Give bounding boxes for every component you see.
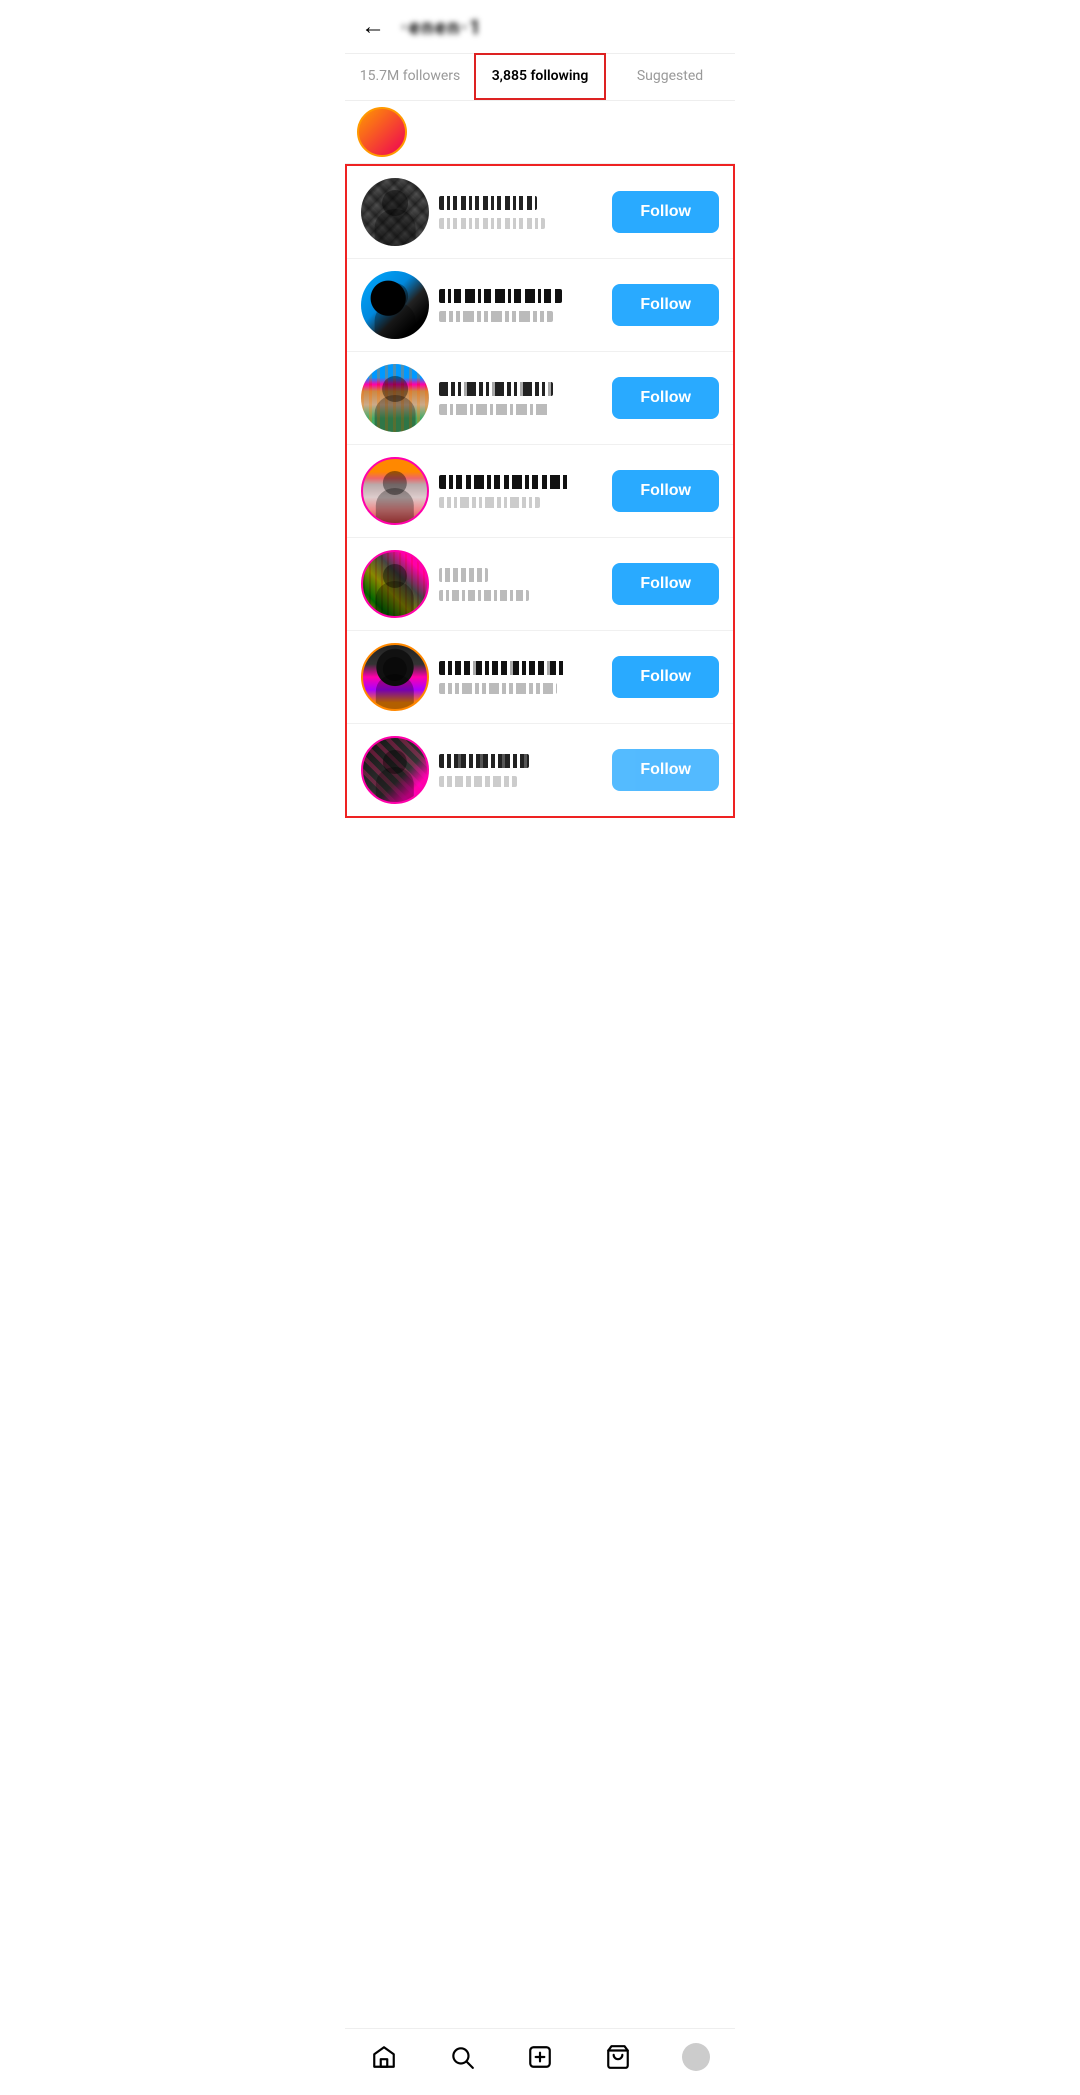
- user-info: [439, 382, 602, 415]
- user-info: [439, 661, 602, 694]
- username: ·enen·1: [401, 15, 483, 39]
- follow-button[interactable]: Follow: [612, 191, 719, 233]
- list-item: Follow: [347, 445, 733, 538]
- tab-suggested[interactable]: Suggested: [605, 54, 735, 100]
- follow-button[interactable]: Follow: [612, 563, 719, 605]
- follow-button[interactable]: Follow: [612, 470, 719, 512]
- shop-icon: [604, 2043, 632, 2071]
- list-item: Follow: [347, 166, 733, 259]
- user-avatar: [361, 550, 429, 618]
- user-info: [439, 196, 602, 229]
- user-handle-bar: [439, 404, 550, 415]
- user-name-bar: [439, 568, 488, 582]
- user-avatar: [361, 364, 429, 432]
- user-name-bar: [439, 754, 529, 768]
- back-button[interactable]: ←: [361, 12, 385, 41]
- nav-home[interactable]: [358, 2039, 410, 2075]
- user-handle-bar: [439, 776, 517, 787]
- nav-profile[interactable]: [670, 2039, 722, 2075]
- follow-button[interactable]: Follow: [612, 749, 719, 791]
- list-item: Follow: [347, 259, 733, 352]
- user-info: [439, 289, 602, 322]
- user-info: [439, 568, 602, 601]
- user-name-bar: [439, 661, 566, 675]
- tab-following[interactable]: 3,885 following: [475, 54, 605, 100]
- bottom-spacer: [345, 818, 735, 898]
- nav-shop[interactable]: [592, 2039, 644, 2075]
- list-item: Follow: [347, 631, 733, 724]
- user-name-bar: [439, 382, 553, 396]
- list-item: Follow: [347, 538, 733, 631]
- search-icon: [448, 2043, 476, 2071]
- bottom-navigation: [345, 2028, 735, 2095]
- follow-button[interactable]: Follow: [612, 656, 719, 698]
- user-name-bar: [439, 475, 570, 489]
- follow-button[interactable]: Follow: [612, 284, 719, 326]
- follow-button[interactable]: Follow: [612, 377, 719, 419]
- user-handle-bar: [439, 218, 545, 229]
- list-item: Follow: [347, 352, 733, 445]
- user-avatar: [361, 736, 429, 804]
- user-name-bar: [439, 196, 537, 210]
- user-handle-bar: [439, 683, 557, 694]
- tab-followers[interactable]: 15.7M followers: [345, 54, 475, 100]
- user-info: [439, 475, 602, 508]
- partial-top-row: [345, 101, 735, 164]
- user-avatar: [361, 457, 429, 525]
- user-handle-bar: [439, 497, 540, 508]
- tabs-bar: 15.7M followers 3,885 following Suggeste…: [345, 54, 735, 101]
- nav-search[interactable]: [436, 2039, 488, 2075]
- list-item: Follow: [347, 724, 733, 816]
- home-icon: [370, 2043, 398, 2071]
- following-list: Follow Follow Follow Follow Follow Follow Foll…: [345, 164, 735, 818]
- user-info: [439, 754, 602, 787]
- user-avatar: [361, 178, 429, 246]
- user-name-bar: [439, 289, 562, 303]
- nav-new-post[interactable]: [514, 2039, 566, 2075]
- user-handle-bar: [439, 311, 553, 322]
- new-post-icon: [526, 2043, 554, 2071]
- profile-icon: [682, 2043, 710, 2071]
- partial-avatar: [357, 107, 407, 157]
- user-avatar: [361, 271, 429, 339]
- user-avatar: [361, 643, 429, 711]
- user-handle-bar: [439, 590, 529, 601]
- header: ← ·enen·1: [345, 0, 735, 54]
